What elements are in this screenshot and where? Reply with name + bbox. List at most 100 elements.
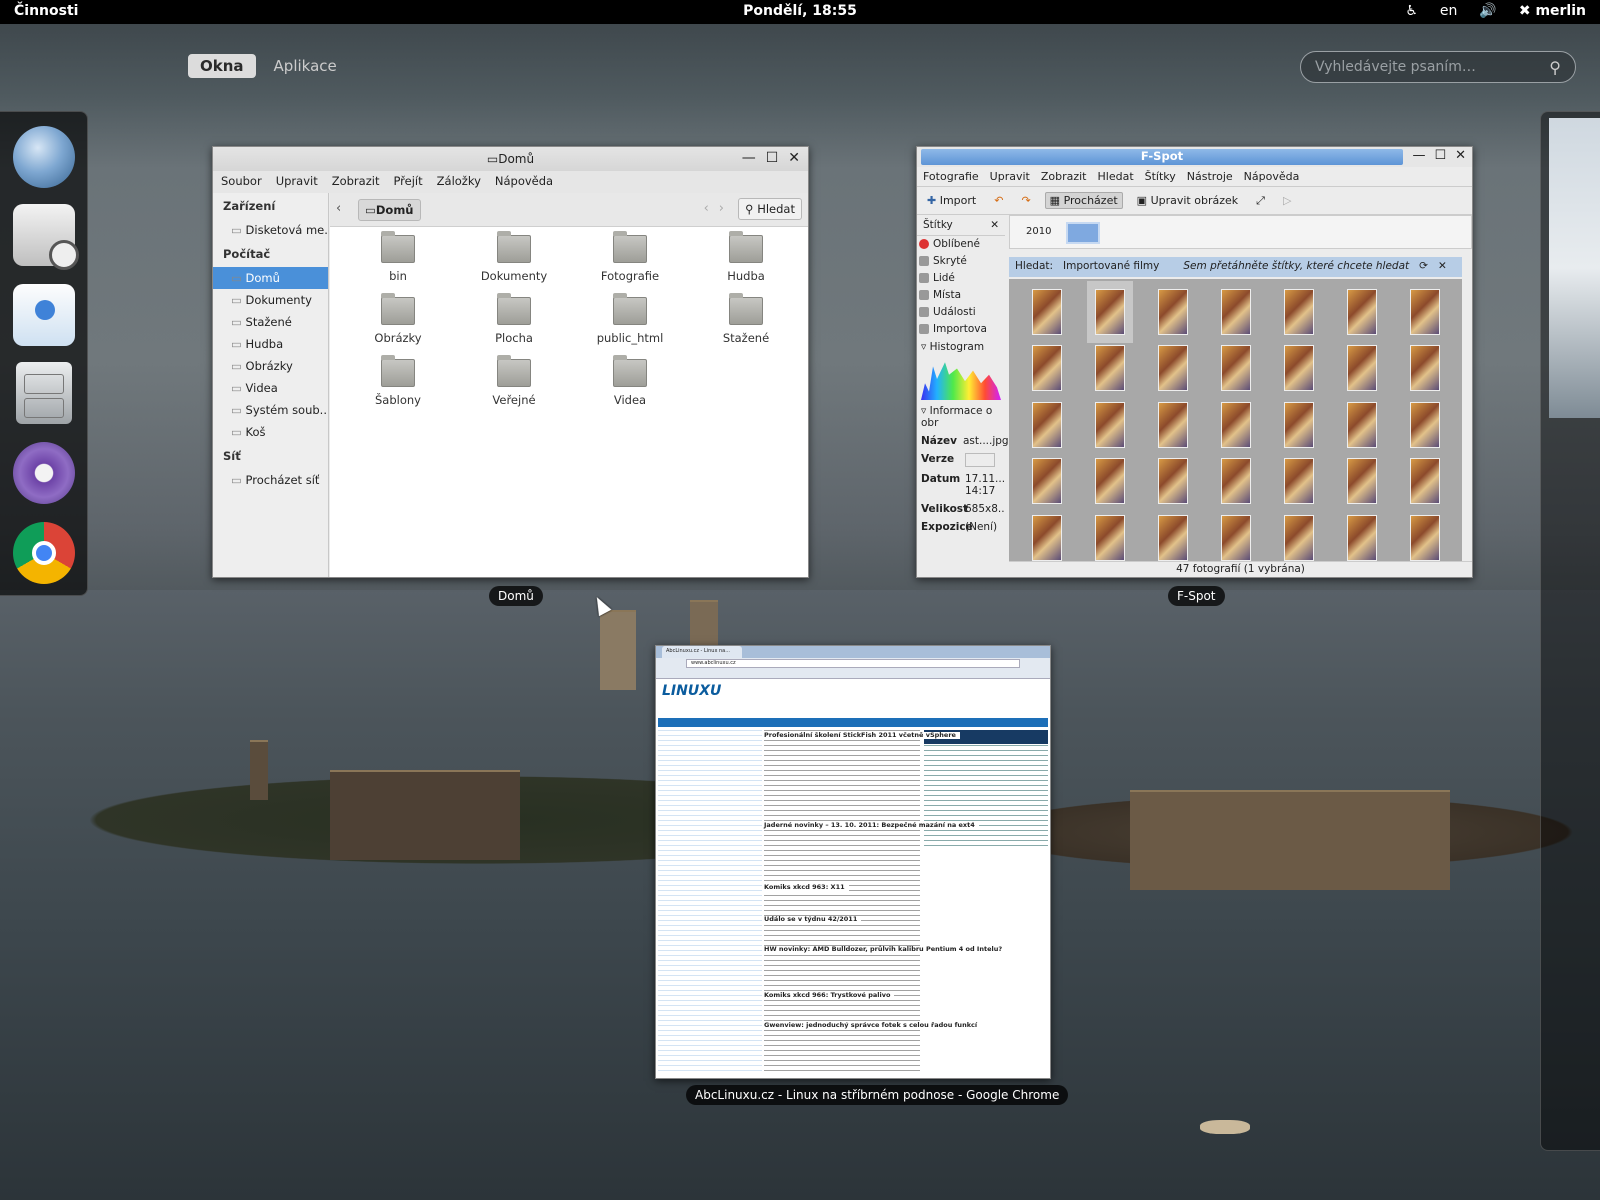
photo-thumbnail[interactable] — [1157, 289, 1188, 335]
photo-thumbnail[interactable] — [1409, 514, 1440, 561]
timeline-selection[interactable] — [1066, 222, 1100, 244]
photo-thumbnail[interactable] — [1094, 401, 1125, 448]
info-expander[interactable]: ▿ Informace o obr — [917, 402, 1005, 432]
folder-item[interactable]: bin — [340, 231, 456, 283]
photo-thumbnail[interactable] — [1157, 345, 1188, 392]
photo-thumbnail[interactable] — [1031, 289, 1062, 335]
folder-item[interactable]: Veřejné — [456, 355, 572, 407]
tag-hidden[interactable]: Skryté — [917, 253, 1005, 270]
article-headline[interactable]: Jaderné novinky – 13. 10. 2011: Bezpečné… — [764, 822, 979, 829]
sidebar-item-downloads[interactable]: Stažené — [213, 311, 328, 333]
close-icon[interactable]: ✕ — [1438, 260, 1447, 274]
fullscreen-icon[interactable]: ⤢ — [1252, 193, 1269, 209]
maximize-icon[interactable]: ☐ — [766, 150, 779, 166]
aperture-icon[interactable] — [13, 442, 75, 504]
folder-item[interactable]: Videa — [572, 355, 688, 407]
tags-dropdown[interactable]: Štítky — [923, 219, 953, 231]
file-cabinet-icon[interactable] — [16, 362, 72, 424]
folder-item[interactable]: Šablony — [340, 355, 456, 407]
photo-thumbnail[interactable] — [1283, 401, 1314, 448]
tab-applications[interactable]: Aplikace — [262, 54, 349, 78]
menu-upravit[interactable]: Upravit — [990, 170, 1030, 183]
article-headline[interactable]: HW novinky: AMD Bulldozer, průlvih kalib… — [764, 946, 1007, 953]
photo-thumbnail[interactable] — [1157, 401, 1188, 448]
article-headline[interactable]: Komiks xkcd 963: X11 — [764, 884, 849, 891]
article-headline[interactable]: Událo se v týdnu 42/2011 — [764, 916, 862, 923]
nav-arrows[interactable]: ‹› — [704, 201, 734, 216]
user-menu[interactable]: ✖ merlin — [1519, 3, 1586, 19]
close-icon[interactable]: ✕ — [990, 219, 999, 231]
photo-thumbnail[interactable] — [1220, 514, 1251, 561]
tag-people[interactable]: Lidé — [917, 270, 1005, 287]
mail-clock-icon[interactable] — [13, 204, 79, 270]
menu-soubor[interactable]: Soubor — [221, 174, 262, 190]
folder-item[interactable]: Fotografie — [572, 231, 688, 283]
menu-napoveda[interactable]: Nápověda — [495, 174, 553, 190]
edit-image-button[interactable]: ▣ Upravit obrázek — [1133, 193, 1242, 208]
photo-thumbnail[interactable] — [1409, 401, 1440, 448]
chrome-window[interactable]: AbcLinuxu.cz - Linux na... www.abclinuxu… — [655, 645, 1051, 1079]
photo-thumbnail[interactable] — [1346, 401, 1377, 448]
volume-icon[interactable]: 🔊 — [1479, 3, 1496, 19]
version-select[interactable] — [965, 453, 995, 467]
photo-thumbnail[interactable] — [1094, 345, 1125, 392]
photo-thumbnail[interactable] — [1031, 401, 1062, 448]
tab-windows[interactable]: Okna — [188, 54, 256, 78]
menu-prejit[interactable]: Přejít — [393, 174, 422, 190]
article-headline[interactable]: Profesionální školení StickFish 2011 vče… — [764, 732, 960, 739]
slideshow-icon[interactable]: ▷ — [1279, 193, 1295, 208]
accessibility-icon[interactable]: ♿ — [1405, 3, 1418, 19]
article-headline[interactable]: Komiks xkcd 966: Trystkové palivo — [764, 992, 895, 999]
tag-imported[interactable]: Importova — [917, 321, 1005, 338]
sidebar-item-pictures[interactable]: Obrázky — [213, 355, 328, 377]
close-icon[interactable]: ✕ — [1455, 148, 1466, 163]
menu-stitky[interactable]: Štítky — [1145, 170, 1176, 183]
chrome-icon[interactable] — [13, 522, 75, 584]
find-query[interactable]: Importované filmy — [1063, 260, 1159, 274]
chrome-tab[interactable]: AbcLinuxu.cz - Linux na... — [662, 646, 742, 658]
files-window[interactable]: ▭Domů — ☐ ✕ Soubor Upravit Zobrazit Přej… — [212, 146, 809, 578]
folder-item[interactable]: Stažené — [688, 293, 804, 345]
timeline[interactable]: 2010 — [1009, 215, 1472, 249]
browse-button[interactable]: ▦ Procházet — [1044, 192, 1123, 209]
close-icon[interactable]: ✕ — [788, 150, 800, 166]
url-field[interactable]: www.abclinuxu.cz — [686, 659, 1020, 668]
photo-thumbnail[interactable] — [1094, 514, 1125, 561]
article-headline[interactable]: Gwenview: jednoduchý správce fotek s cel… — [764, 1022, 982, 1029]
photo-thumbnail[interactable] — [1094, 458, 1125, 505]
search-input[interactable]: Vyhledávejte psaním… ⚲ — [1300, 51, 1576, 83]
clock-button[interactable]: Pondělí, 18:55 — [743, 3, 857, 19]
chevron-left-icon[interactable]: ‹ — [336, 201, 341, 216]
photo-thumbnail[interactable] — [1031, 345, 1062, 392]
web-browser-globe-icon[interactable] — [13, 126, 75, 188]
menu-zobrazit[interactable]: Zobrazit — [1041, 170, 1087, 183]
photo-thumbnail[interactable] — [1283, 345, 1314, 392]
chat-icon[interactable] — [13, 284, 75, 346]
tag-places[interactable]: Místa — [917, 287, 1005, 304]
rotate-left-icon[interactable]: ↶ — [990, 193, 1007, 208]
sidebar-item-floppy[interactable]: Disketová me... — [213, 219, 328, 241]
tag-favorites[interactable]: Oblíbené — [917, 236, 1005, 253]
sidebar-item-videos[interactable]: Videa — [213, 377, 328, 399]
folder-item[interactable]: Hudba — [688, 231, 804, 283]
keyboard-layout-button[interactable]: en — [1440, 3, 1458, 19]
sidebar-item-filesystem[interactable]: Systém soub... — [213, 399, 328, 421]
maximize-icon[interactable]: ☐ — [1434, 148, 1446, 163]
photo-thumbnail[interactable] — [1346, 514, 1377, 561]
tag-events[interactable]: Události — [917, 304, 1005, 321]
photo-thumbnail[interactable] — [1031, 458, 1062, 505]
sidebar-item-documents[interactable]: Dokumenty — [213, 289, 328, 311]
photo-thumbnail[interactable] — [1346, 289, 1377, 335]
photo-thumbnail[interactable] — [1157, 514, 1188, 561]
minimize-icon[interactable]: — — [1412, 148, 1425, 163]
rotate-right-icon[interactable]: ↷ — [1017, 193, 1034, 208]
menu-fotografie[interactable]: Fotografie — [923, 170, 979, 183]
search-button[interactable]: ⚲ Hledat — [738, 198, 802, 220]
photo-thumbnail[interactable] — [1346, 345, 1377, 392]
folder-item[interactable]: Plocha — [456, 293, 572, 345]
menu-nastroje[interactable]: Nástroje — [1187, 170, 1233, 183]
import-button[interactable]: ✚ Import — [923, 193, 980, 208]
photo-thumbnail[interactable] — [1157, 458, 1188, 505]
photo-thumbnail[interactable] — [1409, 458, 1440, 505]
activities-button[interactable]: Činnosti — [14, 3, 78, 19]
